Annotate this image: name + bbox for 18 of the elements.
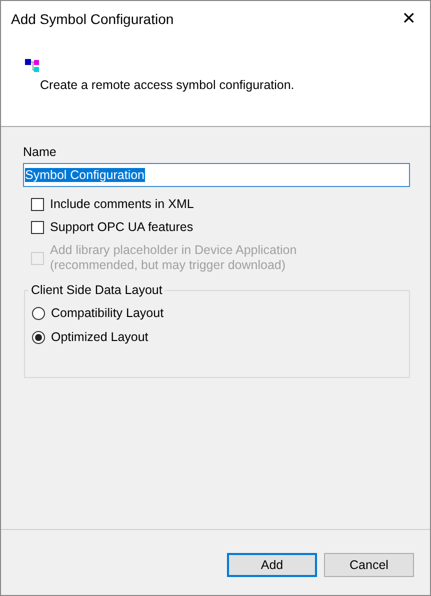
radio-label: Optimized Layout bbox=[51, 330, 148, 344]
checkbox-label: Add library placeholder in Device Application (recommended, but may trigger download) bbox=[50, 243, 297, 273]
radio-button[interactable] bbox=[32, 330, 45, 344]
name-label: Name bbox=[23, 145, 58, 159]
checkbox[interactable] bbox=[31, 198, 44, 211]
close-button[interactable]: ✕ bbox=[398, 9, 420, 29]
checkbox-label: Support OPC UA features bbox=[50, 220, 194, 235]
radio-button[interactable] bbox=[32, 306, 45, 320]
description-text: Create a remote access symbol configuration. bbox=[40, 78, 296, 92]
name-field[interactable]: Symbol Configuration bbox=[23, 163, 410, 187]
checkbox-label: Include comments in XML bbox=[50, 197, 194, 212]
group-title: Client Side Data Layout bbox=[30, 283, 164, 297]
radio-label: Compatibility Layout bbox=[51, 306, 164, 320]
checkbox[interactable] bbox=[31, 221, 44, 234]
add-button[interactable]: Add bbox=[227, 552, 317, 576]
cancel-button[interactable]: Cancel bbox=[324, 552, 414, 576]
window-title: Add Symbol Configuration bbox=[11, 11, 174, 27]
symbol-configuration-icon bbox=[25, 59, 39, 73]
